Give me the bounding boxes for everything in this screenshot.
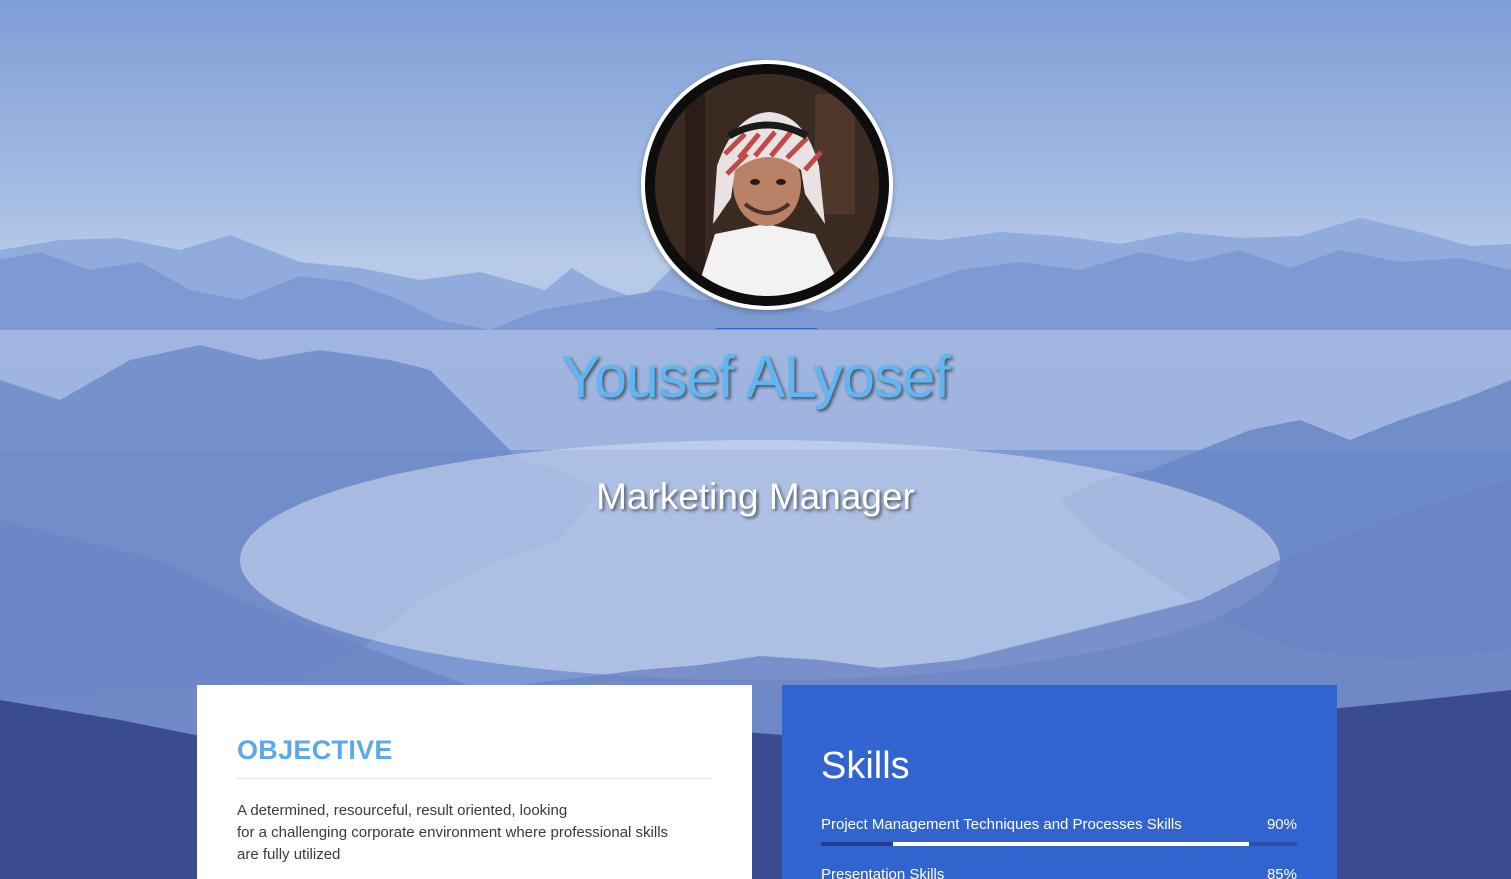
skill-progress-bar (821, 842, 1297, 846)
objective-line: A determined, resourceful, result orient… (237, 802, 568, 819)
skills-heading: Skills (821, 745, 910, 787)
skill-percent: 90% (1266, 816, 1297, 833)
header-divider (716, 328, 817, 329)
avatar (641, 60, 893, 310)
objective-text: A determined, resourceful, result orient… (237, 800, 717, 866)
hero-section: Yousef ALyosef Marketing Manager OBJECTI… (0, 0, 1511, 879)
person-portrait-icon (655, 74, 879, 296)
avatar-ring (645, 64, 889, 306)
profile-name: Yousef ALyosef (561, 344, 950, 410)
objective-line: are fully utilized (237, 846, 341, 863)
skill-name: Presentation Skills (821, 866, 945, 879)
skills-card: Skills Project Management Techniques and… (782, 685, 1337, 879)
objective-divider (237, 778, 712, 779)
objective-heading: OBJECTIVE (237, 735, 393, 765)
profile-title: Marketing Manager (596, 476, 915, 517)
skill-name: Project Management Techniques and Proces… (821, 816, 1182, 833)
profile-photo-icon (655, 74, 879, 296)
objective-card: OBJECTIVE A determined, resourceful, res… (197, 685, 752, 879)
objective-line: for a challenging corporate environment … (237, 824, 669, 841)
skill-progress-start (821, 842, 893, 846)
skill-percent: 85% (1266, 866, 1297, 879)
